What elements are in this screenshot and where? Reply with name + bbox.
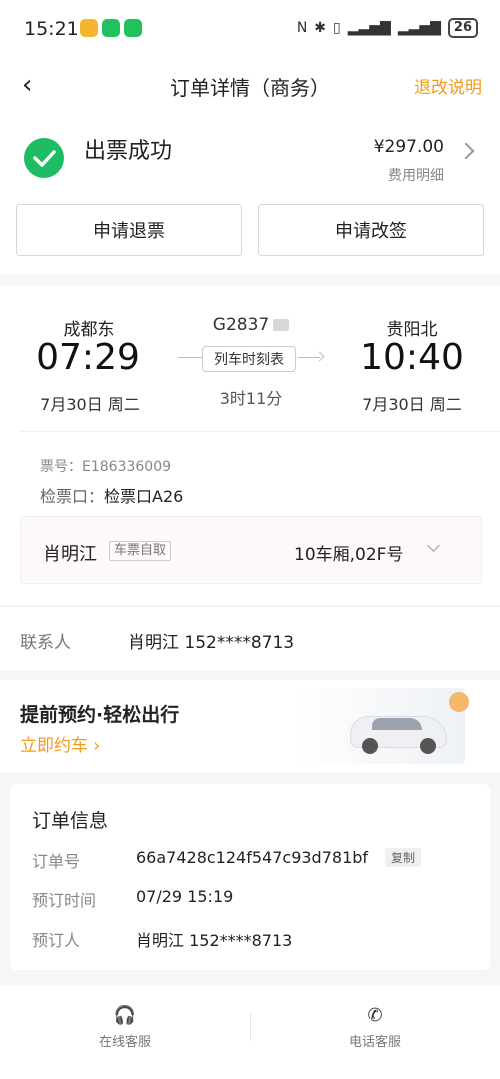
ticket-number: 票号：E186336009 (40, 459, 172, 475)
copy-button[interactable]: 复制 (385, 848, 422, 867)
status-time: 15:21 (24, 18, 79, 40)
battery-icon: 26 (447, 18, 478, 38)
contact-value: 肖明江 152****8713 (128, 633, 295, 653)
departure-time: 07:29 (36, 337, 140, 378)
departure-date: 7月30日 周二 (40, 395, 140, 414)
ticket-gate-value: 检票口A26 (104, 487, 184, 506)
nav-header: ‹ 订单详情（商务） 退改说明 (0, 58, 500, 113)
ticket-gate: 检票口：检票口A26 (40, 483, 183, 507)
chevron-right-icon[interactable] (457, 142, 475, 160)
wechat-icon (124, 19, 142, 37)
ticket-pickup-badge: 车票自取 (109, 541, 172, 561)
chevron-down-icon[interactable] (427, 539, 440, 552)
contact-row: 联系人 肖明江 152****8713 (0, 606, 500, 670)
order-info-title: 订单信息 (32, 810, 109, 832)
promo-title: 提前预约·轻松出行 (20, 704, 180, 726)
clock-icon (449, 692, 469, 712)
order-number-value: 66a7428c124f547c93d781bf (136, 848, 369, 867)
train-number: G2837 (186, 315, 316, 335)
ticket-gate-label: 检票口： (40, 487, 105, 506)
contact-label: 联系人 (20, 633, 71, 653)
bottom-bar: 🎧 在线客服 ✆ 电话客服 (0, 985, 500, 1079)
arrival-date: 7月30日 周二 (362, 395, 462, 414)
booking-time-value: 07/29 15:19 (136, 887, 234, 906)
book-ride-link[interactable]: 立即约车 › (20, 731, 100, 756)
bluetooth-icon: ✱ (314, 20, 327, 36)
status-bar: 15:21 N ✱ ▯ ▂▃▅▇ ▂▃▅▇ 26 (0, 0, 500, 58)
order-status-card: 出票成功 ¥297.00 费用明细 申请退票 申请改签 (0, 113, 500, 275)
divider (20, 431, 500, 432)
status-indicators: N ✱ ▯ ▂▃▅▇ ▂▃▅▇ 26 (297, 18, 478, 38)
change-ticket-button[interactable]: 申请改签 (258, 204, 484, 256)
order-info-card: 订单信息 订单号 66a7428c124f547c93d781bf 复制 预订时… (10, 784, 490, 970)
arrow-right-icon (314, 351, 325, 362)
order-number-label: 订单号 (32, 852, 81, 871)
signal-icon: ▂▃▅▇ (347, 20, 391, 36)
mail-app-icon (80, 19, 98, 37)
vibrate-icon: ▯ (333, 20, 341, 36)
price-detail-link[interactable]: 费用明细 (388, 165, 444, 185)
car-wheel (362, 738, 378, 754)
timetable-button[interactable]: 列车时刻表 (202, 346, 296, 372)
refund-ticket-button[interactable]: 申请退票 (16, 204, 242, 256)
phone-service-button[interactable]: 电话客服 (250, 1031, 500, 1050)
travel-duration: 3时11分 (219, 389, 283, 408)
train-info-card: 成都东 07:29 7月30日 周二 G2837 列车时刻表 3时11分 贵阳北… (0, 285, 500, 605)
passenger-name: 肖明江 (43, 544, 97, 565)
booking-time-label: 预订时间 (32, 891, 97, 910)
id-card-icon (273, 319, 290, 331)
order-status-text: 出票成功 (84, 139, 173, 164)
car-wheel (420, 738, 436, 754)
refund-policy-link[interactable]: 退改说明 (414, 73, 482, 98)
check-circle-icon (24, 138, 64, 178)
signal-icon: ▂▃▅▇ (397, 20, 441, 36)
booker-label: 预订人 (32, 931, 81, 950)
headset-icon[interactable]: 🎧 (0, 1005, 250, 1026)
arrival-time: 10:40 (360, 337, 464, 378)
order-price[interactable]: ¥297.00 (374, 137, 444, 157)
train-number-text: G2837 (212, 315, 270, 335)
car-window (372, 718, 422, 730)
phone-icon[interactable]: ✆ (250, 1005, 500, 1026)
booker-value: 肖明江 152****8713 (136, 931, 293, 950)
nfc-icon: N (296, 20, 308, 36)
online-service-button[interactable]: 在线客服 (0, 1031, 250, 1050)
ride-promo-banner[interactable]: 提前预约·轻松出行 立即约车 › (0, 680, 500, 772)
seat-number: 10车厢,02F号 (294, 545, 404, 565)
passenger-row[interactable]: 肖明江 车票自取 10车厢,02F号 (20, 516, 482, 584)
wechat-icon (102, 19, 120, 37)
route-line (178, 357, 204, 358)
